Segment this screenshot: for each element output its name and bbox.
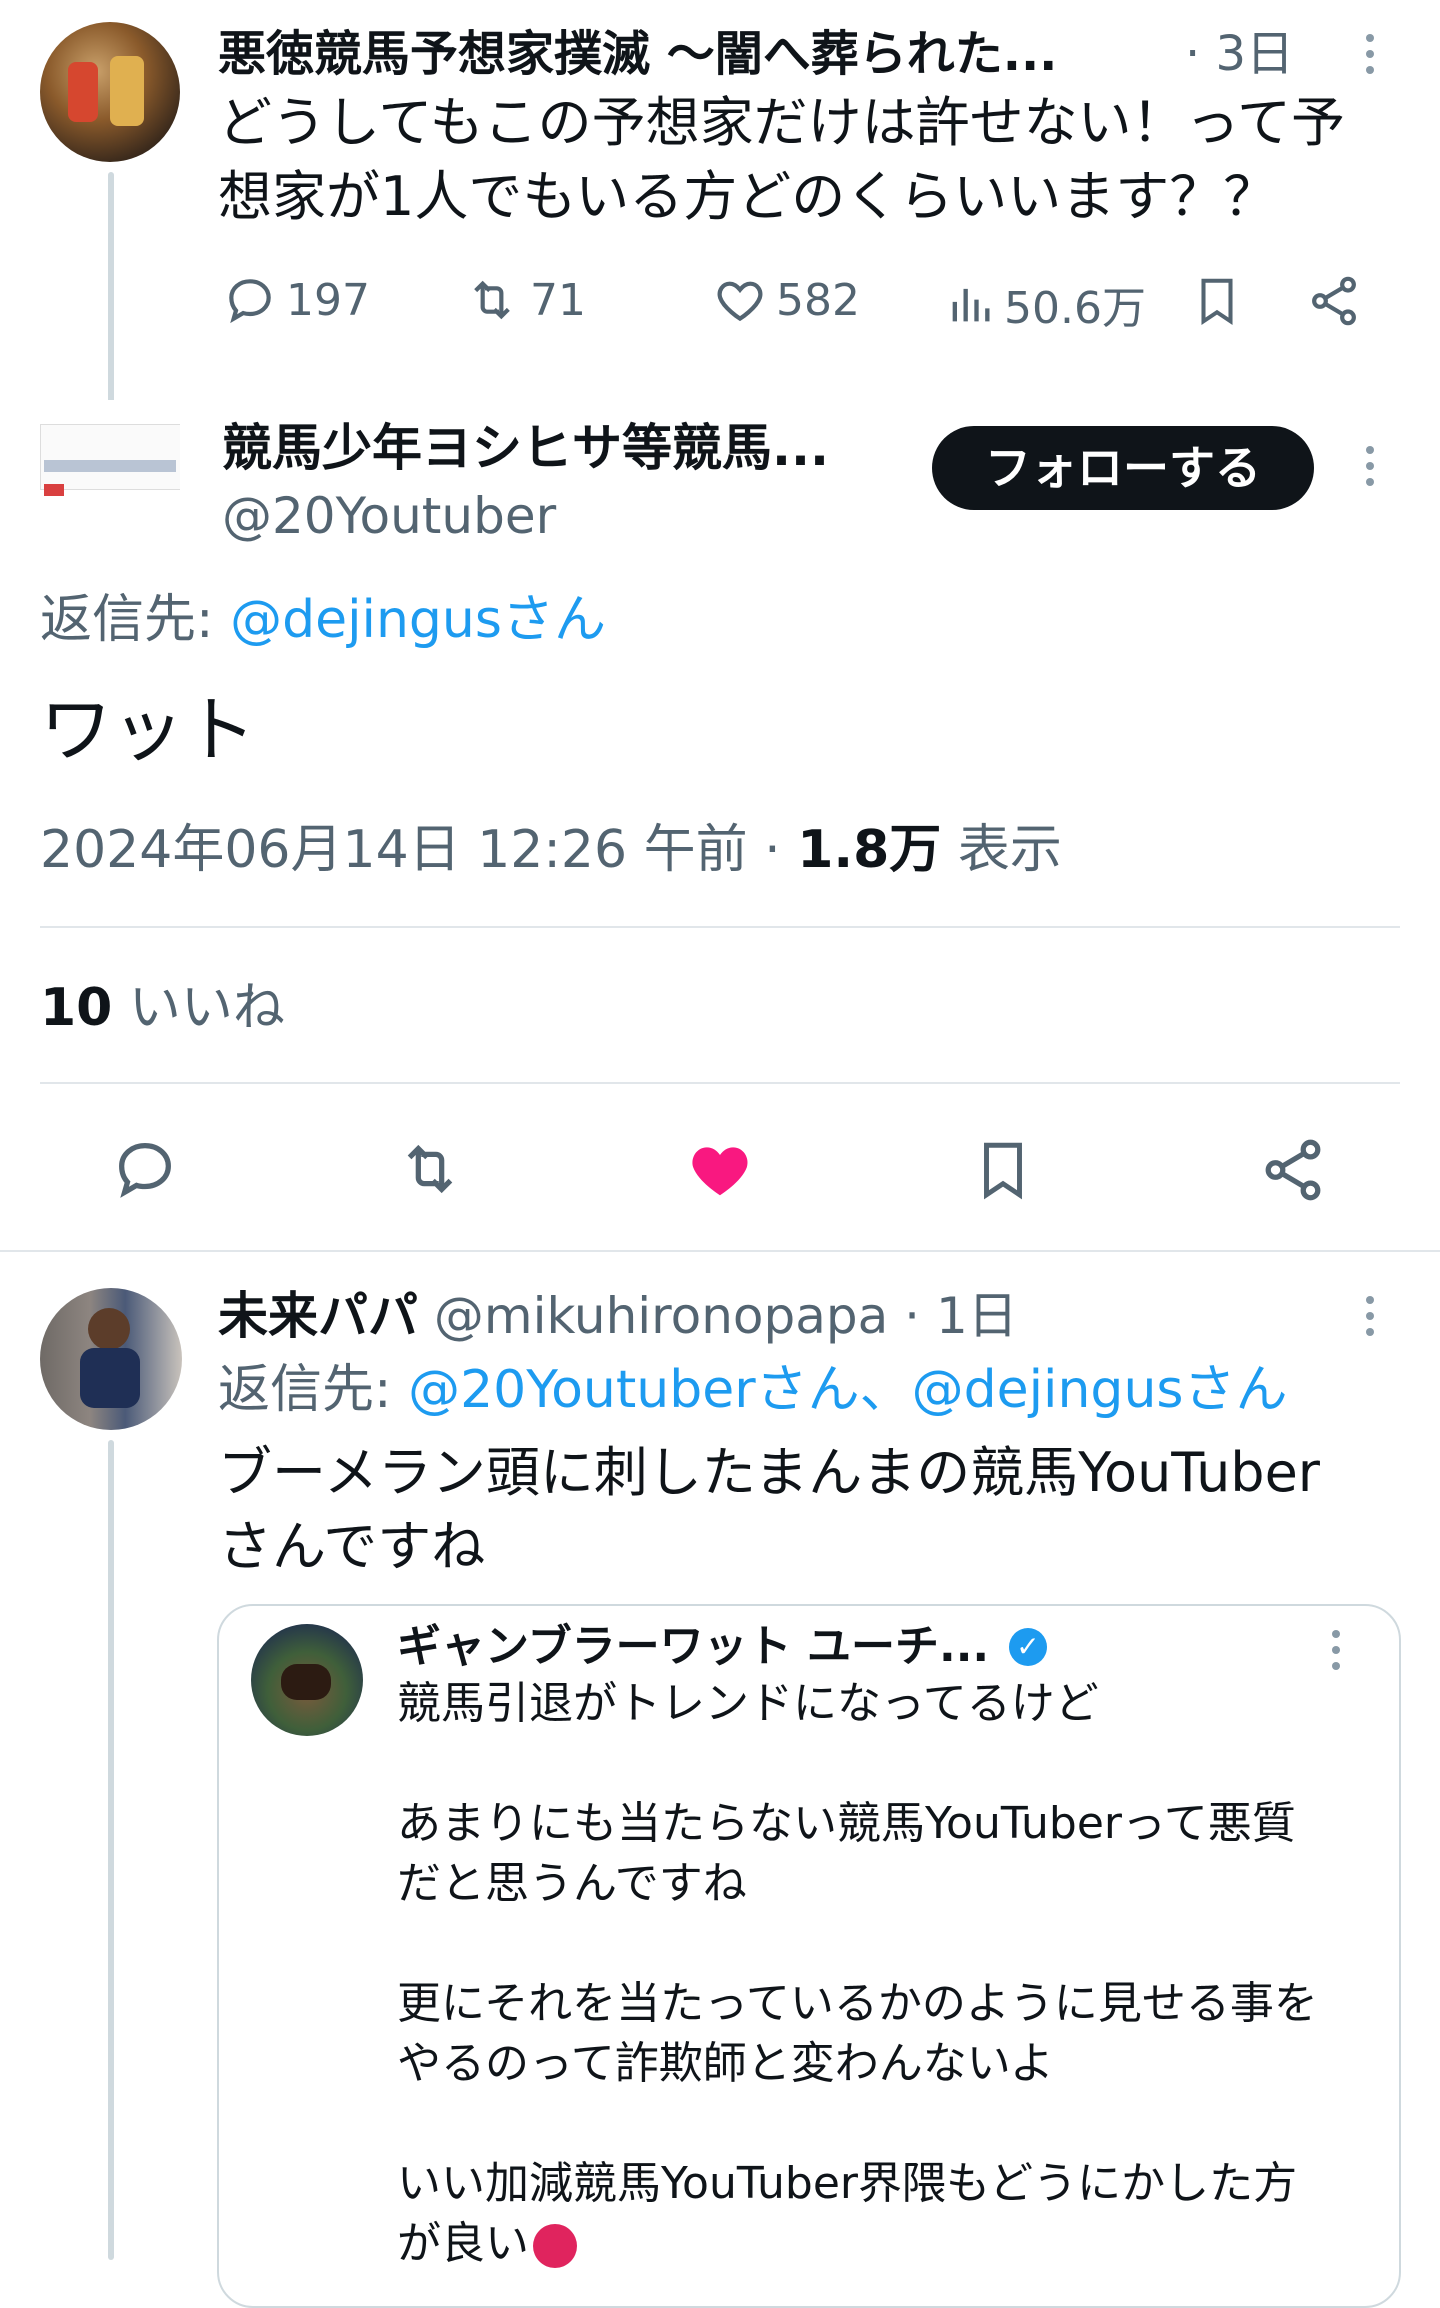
view-count: 1.8万 (797, 820, 942, 880)
like-count: 582 (776, 274, 860, 326)
timestamp[interactable]: 2024年06月14日 12:26 午前 · (40, 820, 797, 880)
quoted-tweet[interactable]: ギャンブラーワット ユーチ... ✓ 競馬引退がトレンドになってるけど あまりに… (217, 1604, 1401, 2308)
quoted-text-line: が良い (397, 2214, 577, 2274)
share-icon (1265, 1139, 1321, 1201)
heart-icon (717, 281, 763, 322)
avatar[interactable] (40, 400, 180, 540)
thread-line (108, 1440, 114, 2260)
avatar[interactable] (40, 1288, 182, 1430)
author-name[interactable]: 競馬少年ヨシヒサ等競馬... (222, 414, 829, 482)
like-button[interactable]: 582 (712, 272, 860, 328)
author-name[interactable]: 悪徳競馬予想家撲滅 〜闇へ葬られた... (218, 20, 1057, 88)
quoted-text-line: だと思うんですね (397, 1858, 747, 1909)
bookmark-button[interactable] (1190, 272, 1244, 330)
angry-emoji-icon (533, 2224, 577, 2268)
reply-to-link[interactable]: @dejingusさん (230, 590, 606, 650)
author-name[interactable]: 未来パパ (218, 1287, 418, 1345)
avatar[interactable] (40, 22, 180, 162)
timestamp-row: 2024年06月14日 12:26 午前 · 1.8万 表示 (40, 814, 1062, 886)
bookmark-button[interactable] (970, 1134, 1036, 1206)
bookmark-icon (1201, 278, 1233, 326)
reply-count: 197 (286, 274, 370, 326)
like-label: いいね (112, 978, 285, 1038)
retweet-button[interactable]: 71 (462, 272, 586, 328)
retweet-icon (407, 1144, 453, 1194)
divider (40, 926, 1400, 928)
thread-line (108, 172, 114, 404)
share-button[interactable] (1258, 1134, 1328, 1206)
avatar (251, 1624, 363, 1736)
bookmark-icon (984, 1142, 1022, 1200)
more-icon[interactable] (1331, 1630, 1341, 1670)
like-count: 10 (40, 978, 113, 1038)
more-icon[interactable] (1365, 34, 1375, 74)
quoted-text: が良い (397, 2218, 529, 2269)
verified-badge-icon: ✓ (1009, 1628, 1047, 1666)
author-handle[interactable]: @mikuhironopapa (418, 1287, 888, 1345)
follow-button[interactable]: フォローする (932, 426, 1314, 510)
tweet-text-line: さんですね (218, 1515, 486, 1578)
divider (40, 1082, 1400, 1084)
share-icon (1312, 276, 1356, 326)
divider (0, 1250, 1440, 1252)
likes-row[interactable]: 10 いいね (40, 972, 285, 1044)
reply-context: 返信先: @dejingusさん (40, 584, 606, 656)
quoted-author-name: ギャンブラーワット ユーチ... (397, 1621, 990, 1672)
reply-icon (229, 279, 271, 324)
retweet-count: 71 (530, 274, 586, 326)
views-button[interactable]: 50.6万 (944, 272, 1146, 336)
post-time[interactable]: · 3日 (1185, 20, 1294, 88)
tweet-text-line: ブーメラン頭に刺したまんまの競馬YouTuber (218, 1441, 1321, 1504)
reply-button[interactable]: 197 (222, 272, 370, 328)
author-handle[interactable]: @20Youtuber (222, 482, 556, 550)
quoted-text-line: やるのって詐欺師と変わんないよ (397, 2038, 1054, 2089)
reply-icon (119, 1143, 171, 1198)
reply-context: 返信先: @20Youtuberさん、@dejingusさん (218, 1354, 1288, 1426)
reply-button[interactable] (110, 1134, 180, 1204)
reply-prefix: 返信先: (218, 1360, 409, 1420)
share-button[interactable] (1306, 272, 1362, 330)
retweet-icon (474, 280, 510, 320)
reply-to-link[interactable]: @20Youtuberさん、@dejingusさん (408, 1360, 1287, 1420)
like-button[interactable] (684, 1134, 756, 1204)
quoted-text-line: 更にそれを当たっているかのように見せる事を (397, 1978, 1318, 2029)
more-icon[interactable] (1365, 1296, 1375, 1336)
tweet-text-line: 想家が1人でもいる方どのくらいいます？？ (218, 165, 1278, 228)
more-icon[interactable] (1365, 446, 1375, 486)
post-time[interactable]: · 1日 (888, 1287, 1018, 1345)
quoted-text-line: あまりにも当たらない競馬YouTuberって悪質 (397, 1798, 1296, 1849)
views-icon (952, 288, 990, 322)
tweet-text: ワット (40, 688, 257, 772)
quoted-text-line: いい加減競馬YouTuber界隈もどうにかした方 (397, 2158, 1298, 2209)
quoted-text-line: 競馬引退がトレンドになってるけど (397, 1678, 1099, 1729)
heart-icon (692, 1147, 748, 1196)
views-count: 50.6万 (1004, 283, 1146, 334)
tweet-text-line: どうしてもこの予想家だけは許せない！って予 (218, 91, 1345, 154)
author-row: 未来パパ @mikuhironopapa · 1日 (218, 1280, 1018, 1352)
view-label: 表示 (941, 820, 1062, 880)
reply-prefix: 返信先: (40, 590, 231, 650)
retweet-button[interactable] (392, 1134, 468, 1204)
